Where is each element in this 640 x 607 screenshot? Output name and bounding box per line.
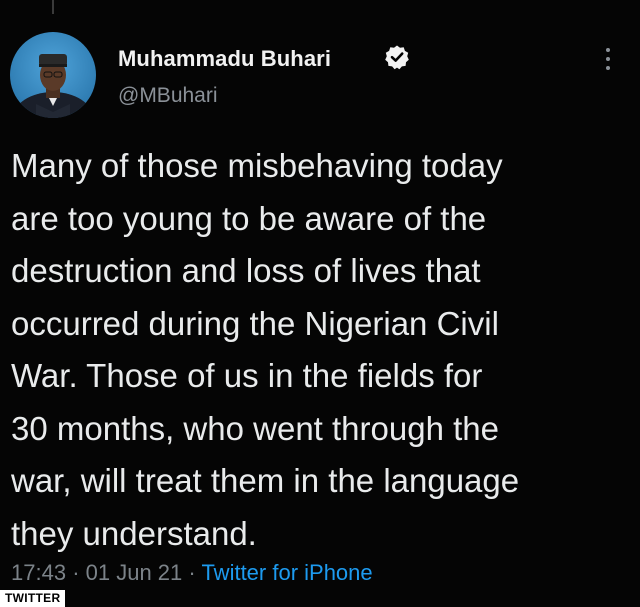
source-watermark: TWITTER [0, 590, 66, 607]
tweet-meta: 17:43 · 01 Jun 21 · Twitter for iPhone [11, 560, 373, 586]
tweet-screenshot: Muhammadu Buhari @MBuhari Many of those … [0, 0, 640, 607]
author-handle[interactable]: @MBuhari [118, 84, 218, 108]
avatar-portrait [13, 54, 93, 118]
tweet-date[interactable]: 01 Jun 21 [86, 560, 183, 585]
author-display-name[interactable]: Muhammadu Buhari [118, 46, 331, 72]
meta-separator: · [72, 560, 80, 585]
tweet-source-link[interactable]: Twitter for iPhone [201, 560, 372, 585]
tweet-text: Many of those misbehaving today are too … [11, 147, 520, 552]
avatar[interactable] [10, 32, 96, 118]
more-vertical-icon[interactable] [600, 48, 616, 74]
thread-connector [52, 0, 54, 14]
meta-separator: · [188, 560, 196, 585]
verified-badge-icon [384, 44, 410, 70]
tweet-time[interactable]: 17:43 [11, 560, 66, 585]
